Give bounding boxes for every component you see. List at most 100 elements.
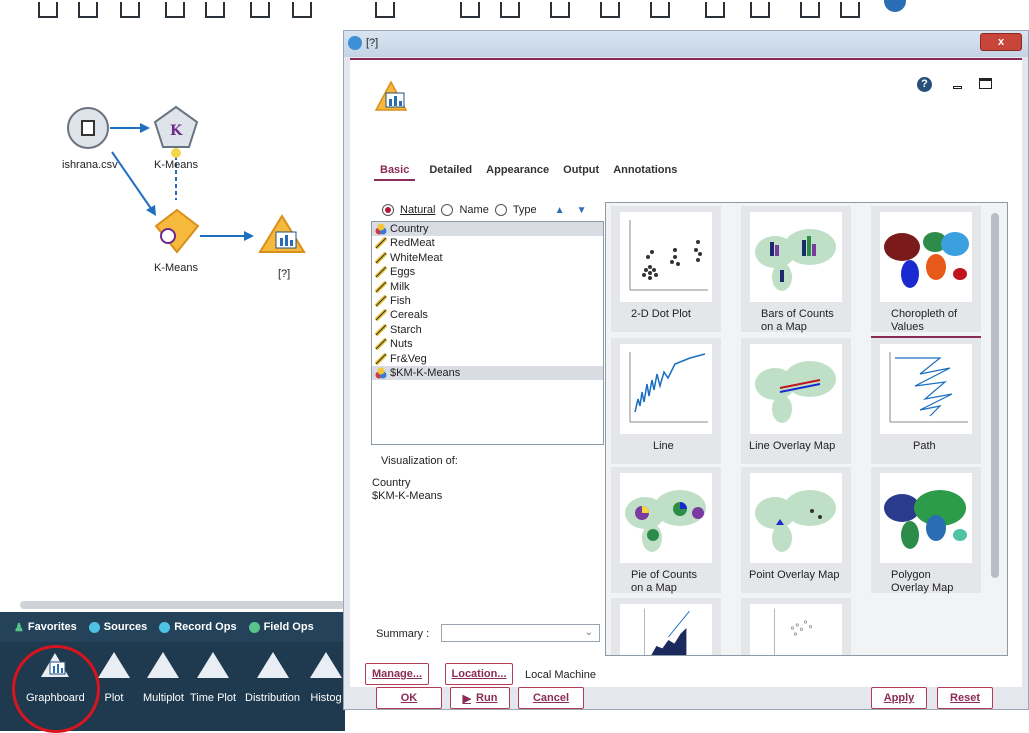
stream-canvas[interactable]: ishrana.csv K K-Means K-Means [?] <box>0 22 345 602</box>
summary-select[interactable]: ⌄ <box>441 624 600 642</box>
field-list-item[interactable]: Cereals <box>372 308 603 322</box>
choropleth-thumbnail <box>880 212 972 302</box>
toolbar-globe-icon[interactable] <box>884 0 906 12</box>
palette-tab-field-ops[interactable]: Field Ops <box>248 621 314 633</box>
dialog-app-icon <box>348 36 362 50</box>
maximize-icon[interactable] <box>979 78 992 89</box>
toolbar-expand-icon[interactable] <box>750 2 770 18</box>
gallery-card-choropleth[interactable]: Choropleth of Values <box>871 206 981 338</box>
field-list-item[interactable]: Milk <box>372 280 603 294</box>
gallery-caption: 2-D Dot Plot <box>631 308 691 320</box>
pie-map-thumbnail <box>620 473 712 563</box>
gallery-card-pie-of-counts[interactable]: Pie of Counts on a Map <box>611 467 721 594</box>
gallery-card-partial-2[interactable] <box>741 598 851 655</box>
summary-label: Summary : <box>376 628 430 640</box>
gallery-caption: Line Overlay Map <box>749 440 836 452</box>
sort-descending-icon[interactable]: ▼ <box>577 205 587 216</box>
gallery-card-dot-plot[interactable]: 2-D Dot Plot <box>611 206 721 332</box>
toolbar-run-selection-icon[interactable] <box>650 2 670 18</box>
field-list-item[interactable]: Country <box>372 222 603 237</box>
cancel-button[interactable]: Cancel <box>518 687 584 709</box>
sort-type-radio[interactable] <box>494 204 507 216</box>
nugget-icon <box>154 208 200 254</box>
close-button[interactable]: x <box>980 33 1022 51</box>
tab-output[interactable]: Output <box>563 164 599 181</box>
canvas-horizontal-scrollbar[interactable] <box>20 601 345 609</box>
sort-natural-radio[interactable] <box>382 204 394 216</box>
gallery-card-line-overlay-map[interactable]: Line Overlay Map <box>741 338 851 464</box>
toolbar-print-icon[interactable] <box>165 2 185 18</box>
toolbar-stop-icon[interactable] <box>550 2 570 18</box>
toolbar-zoom-in-icon[interactable] <box>800 2 820 18</box>
toolbar-supernode-icon[interactable] <box>705 2 725 18</box>
field-ops-icon <box>248 621 260 633</box>
field-list-item[interactable]: RedMeat <box>372 236 603 250</box>
minimize-icon[interactable] <box>953 86 962 89</box>
gallery-card-line[interactable]: Line <box>611 338 721 464</box>
run-label: Run <box>476 692 498 704</box>
area-thumbnail <box>620 604 712 655</box>
field-list-item[interactable]: Fr&Veg <box>372 352 603 366</box>
toolbar-undo-icon[interactable] <box>375 2 395 18</box>
toolbar-run-icon[interactable] <box>600 2 620 18</box>
manage-button[interactable]: Manage... <box>365 663 429 685</box>
location-button[interactable]: Location... <box>445 663 513 685</box>
palette-tab-sources[interactable]: Sources <box>88 621 148 633</box>
gallery-card-bars-of-counts[interactable]: Bars of Counts on a Map <box>741 206 851 333</box>
field-list-item[interactable]: Eggs <box>372 265 603 279</box>
field-name: Milk <box>390 280 410 293</box>
field-list-item[interactable]: WhiteMeat <box>372 251 603 265</box>
palette-item-time-plot[interactable]: Time Plot <box>190 652 236 704</box>
kmeans-nugget-node[interactable] <box>154 208 200 254</box>
gallery-card-path[interactable]: Path <box>871 338 981 464</box>
palette-item-multiplot[interactable]: Multiplot <box>143 652 184 704</box>
toolbar-save-icon[interactable] <box>120 2 140 18</box>
toolbar-new-icon[interactable] <box>38 2 58 18</box>
toolbar-paste-icon[interactable] <box>292 2 312 18</box>
sort-name-radio[interactable] <box>441 204 454 216</box>
gallery-caption: Polygon Overlay Map <box>891 569 954 594</box>
toolbar-zoom-out-icon[interactable] <box>840 2 860 18</box>
tab-basic[interactable]: Basic <box>374 164 416 181</box>
palette-item-distribution[interactable]: Distribution <box>245 652 300 704</box>
gallery-vertical-scrollbar[interactable] <box>991 213 999 578</box>
gallery-card-point-overlay-map[interactable]: Point Overlay Map <box>741 467 851 593</box>
palette-tab-label: Sources <box>103 621 148 633</box>
continuous-icon <box>374 265 388 279</box>
tab-annotations[interactable]: Annotations <box>613 164 677 181</box>
palette-item-plot[interactable]: Plot <box>98 652 130 704</box>
source-node-ishrana[interactable] <box>67 107 109 149</box>
gallery-caption: Point Overlay Map <box>749 569 840 581</box>
apply-button[interactable]: Apply <box>871 687 927 709</box>
toolbar-copy-icon[interactable] <box>250 2 270 18</box>
field-list-item[interactable]: Starch <box>372 323 603 337</box>
run-button[interactable]: ▶ Run <box>450 687 510 709</box>
palette-item-histogram[interactable]: Histog <box>310 652 342 704</box>
toolbar-open-icon[interactable] <box>78 2 98 18</box>
palette-tab-favorites[interactable]: ♟ Favorites <box>14 621 77 634</box>
kmeans-modeling-node[interactable]: K <box>153 105 199 149</box>
toolbar-preview-icon[interactable] <box>500 2 520 18</box>
toolbar-cut-icon[interactable] <box>205 2 225 18</box>
field-name: Fr&Veg <box>390 352 427 365</box>
field-list-item[interactable]: Nuts <box>372 337 603 351</box>
gallery-card-polygon-overlay-map[interactable]: Polygon Overlay Map <box>871 467 981 594</box>
line-thumbnail <box>620 344 712 434</box>
field-list-item[interactable]: $KM-K-Means <box>372 365 603 381</box>
ok-button[interactable]: OK <box>376 687 442 709</box>
reset-button[interactable]: Reset <box>937 687 993 709</box>
graphboard-node[interactable] <box>258 214 306 254</box>
field-list[interactable]: Country RedMeat WhiteMeat Eggs Milk Fish Cerea… <box>371 221 604 445</box>
field-name: $KM-K-Means <box>390 366 461 379</box>
continuous-icon <box>374 294 388 308</box>
tab-appearance[interactable]: Appearance <box>486 164 549 181</box>
dialog-button-strip: OK ▶ Run Cancel Apply Reset <box>350 687 1022 709</box>
palette-tab-record-ops[interactable]: Record Ops <box>159 621 237 633</box>
toolbar-search-icon[interactable] <box>460 2 480 18</box>
gallery-card-partial-1[interactable] <box>611 598 721 655</box>
sort-ascending-icon[interactable]: ▲ <box>555 205 565 216</box>
tab-detailed[interactable]: Detailed <box>429 164 472 181</box>
field-list-item[interactable]: Fish <box>372 294 603 308</box>
sort-type-label: Type <box>512 204 537 216</box>
help-icon[interactable]: ? <box>917 77 932 92</box>
